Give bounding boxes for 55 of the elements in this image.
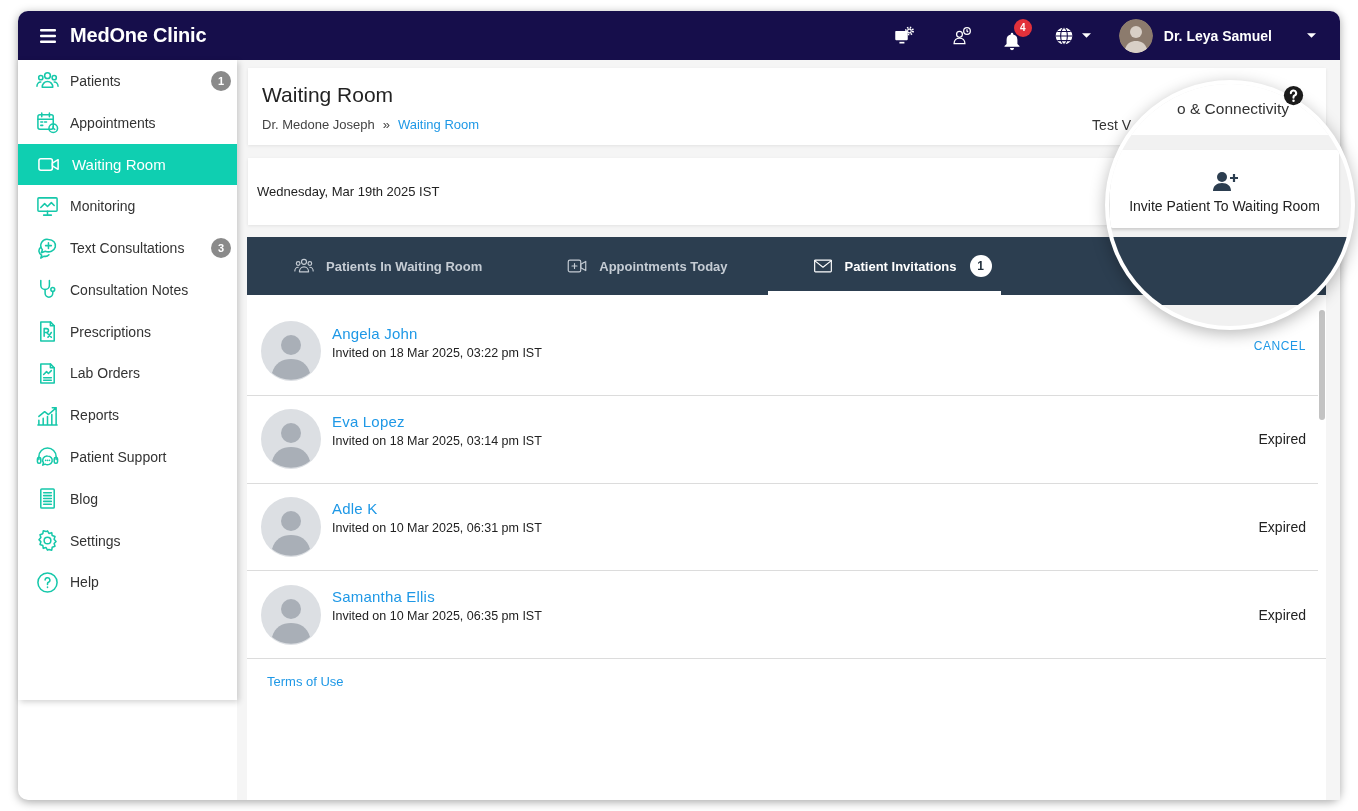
- globe-icon: [1053, 25, 1074, 46]
- notifications-button[interactable]: 4: [1001, 18, 1032, 53]
- sidebar-item[interactable]: Patient Support: [18, 436, 237, 478]
- avatar-photo-placeholder[interactable]: [1118, 18, 1153, 53]
- sidebar-item[interactable]: Blog: [18, 477, 237, 520]
- sidebar-item[interactable]: Patients 1: [18, 60, 237, 102]
- caret-icon: [1081, 33, 1091, 38]
- headset-chat-icon: [36, 445, 59, 469]
- sidebar-item[interactable]: Settings: [18, 519, 237, 562]
- invitation-date: Invited on 18 Mar 2025, 03:22 pm IST: [332, 345, 543, 360]
- test-video-link[interactable]: Test V: [1092, 117, 1131, 133]
- invitation-date: Invited on 10 Mar 2025, 06:35 pm IST: [332, 609, 543, 624]
- app-title: MedOne Clinic: [70, 24, 207, 47]
- invitation-date: Invited on 10 Mar 2025, 06:31 pm IST: [332, 521, 543, 536]
- sidebar-item[interactable]: Appointments: [18, 101, 237, 144]
- count-badge: 3: [211, 238, 231, 259]
- language-button[interactable]: [1053, 25, 1091, 46]
- avatar-photo-placeholder: [261, 409, 321, 470]
- caret-icon[interactable]: [1307, 33, 1316, 38]
- avatar-photo-placeholder: [261, 321, 321, 382]
- sidebar-item[interactable]: Consultation Notes: [18, 269, 237, 311]
- calendar-clock-icon: [36, 111, 59, 135]
- page-title: Waiting Room: [262, 83, 395, 107]
- breadcrumb-separator: »: [382, 117, 390, 132]
- sidebar-item[interactable]: Reports: [18, 394, 237, 437]
- chat-plus-icon: [36, 236, 59, 260]
- menu-icon[interactable]: [40, 28, 56, 43]
- sidebar-item[interactable]: Lab Orders: [18, 352, 237, 395]
- notification-badge: 4: [1013, 18, 1032, 37]
- sidebar-item[interactable]: Help: [18, 561, 237, 604]
- person-clock-icon[interactable]: [951, 25, 972, 46]
- sidebar-item[interactable]: Text Consultations 3: [18, 227, 237, 269]
- avatar-photo-placeholder: [261, 584, 321, 645]
- avatar-photo-placeholder: [261, 496, 321, 557]
- connectivity-link-text[interactable]: o & Connectivity: [1177, 100, 1289, 117]
- monitor-gear-icon[interactable]: [893, 25, 914, 46]
- breadcrumb-item[interactable]: Dr. Medone Joseph: [262, 117, 375, 132]
- count-badge: 1: [969, 255, 992, 277]
- sidebar-item[interactable]: Prescriptions: [18, 310, 237, 353]
- user-name[interactable]: Dr. Leya Samuel: [1163, 27, 1272, 44]
- status-text: Expired: [1258, 431, 1306, 448]
- sidebar-item[interactable]: Monitoring: [18, 185, 237, 228]
- user-plus-icon: [1211, 170, 1238, 191]
- settings-icon: [36, 529, 59, 553]
- invitation-date: Invited on 18 Mar 2025, 03:14 pm IST: [332, 433, 543, 448]
- tab[interactable]: Appointments Today: [522, 237, 768, 295]
- tab[interactable]: Patients In Waiting Room: [249, 237, 523, 295]
- status-text: Expired: [1258, 518, 1306, 535]
- date-text: Wednesday, Mar 19th 2025 IST: [257, 184, 440, 199]
- invite-patient-button[interactable]: Invite Patient To Waiting Room: [1110, 150, 1339, 228]
- count-badge: 1: [211, 70, 231, 91]
- help-icon: [36, 570, 59, 594]
- scrollbar-thumb[interactable]: [1319, 310, 1325, 420]
- monitor-chart-icon: [36, 194, 59, 218]
- status-text: Expired: [1258, 606, 1306, 623]
